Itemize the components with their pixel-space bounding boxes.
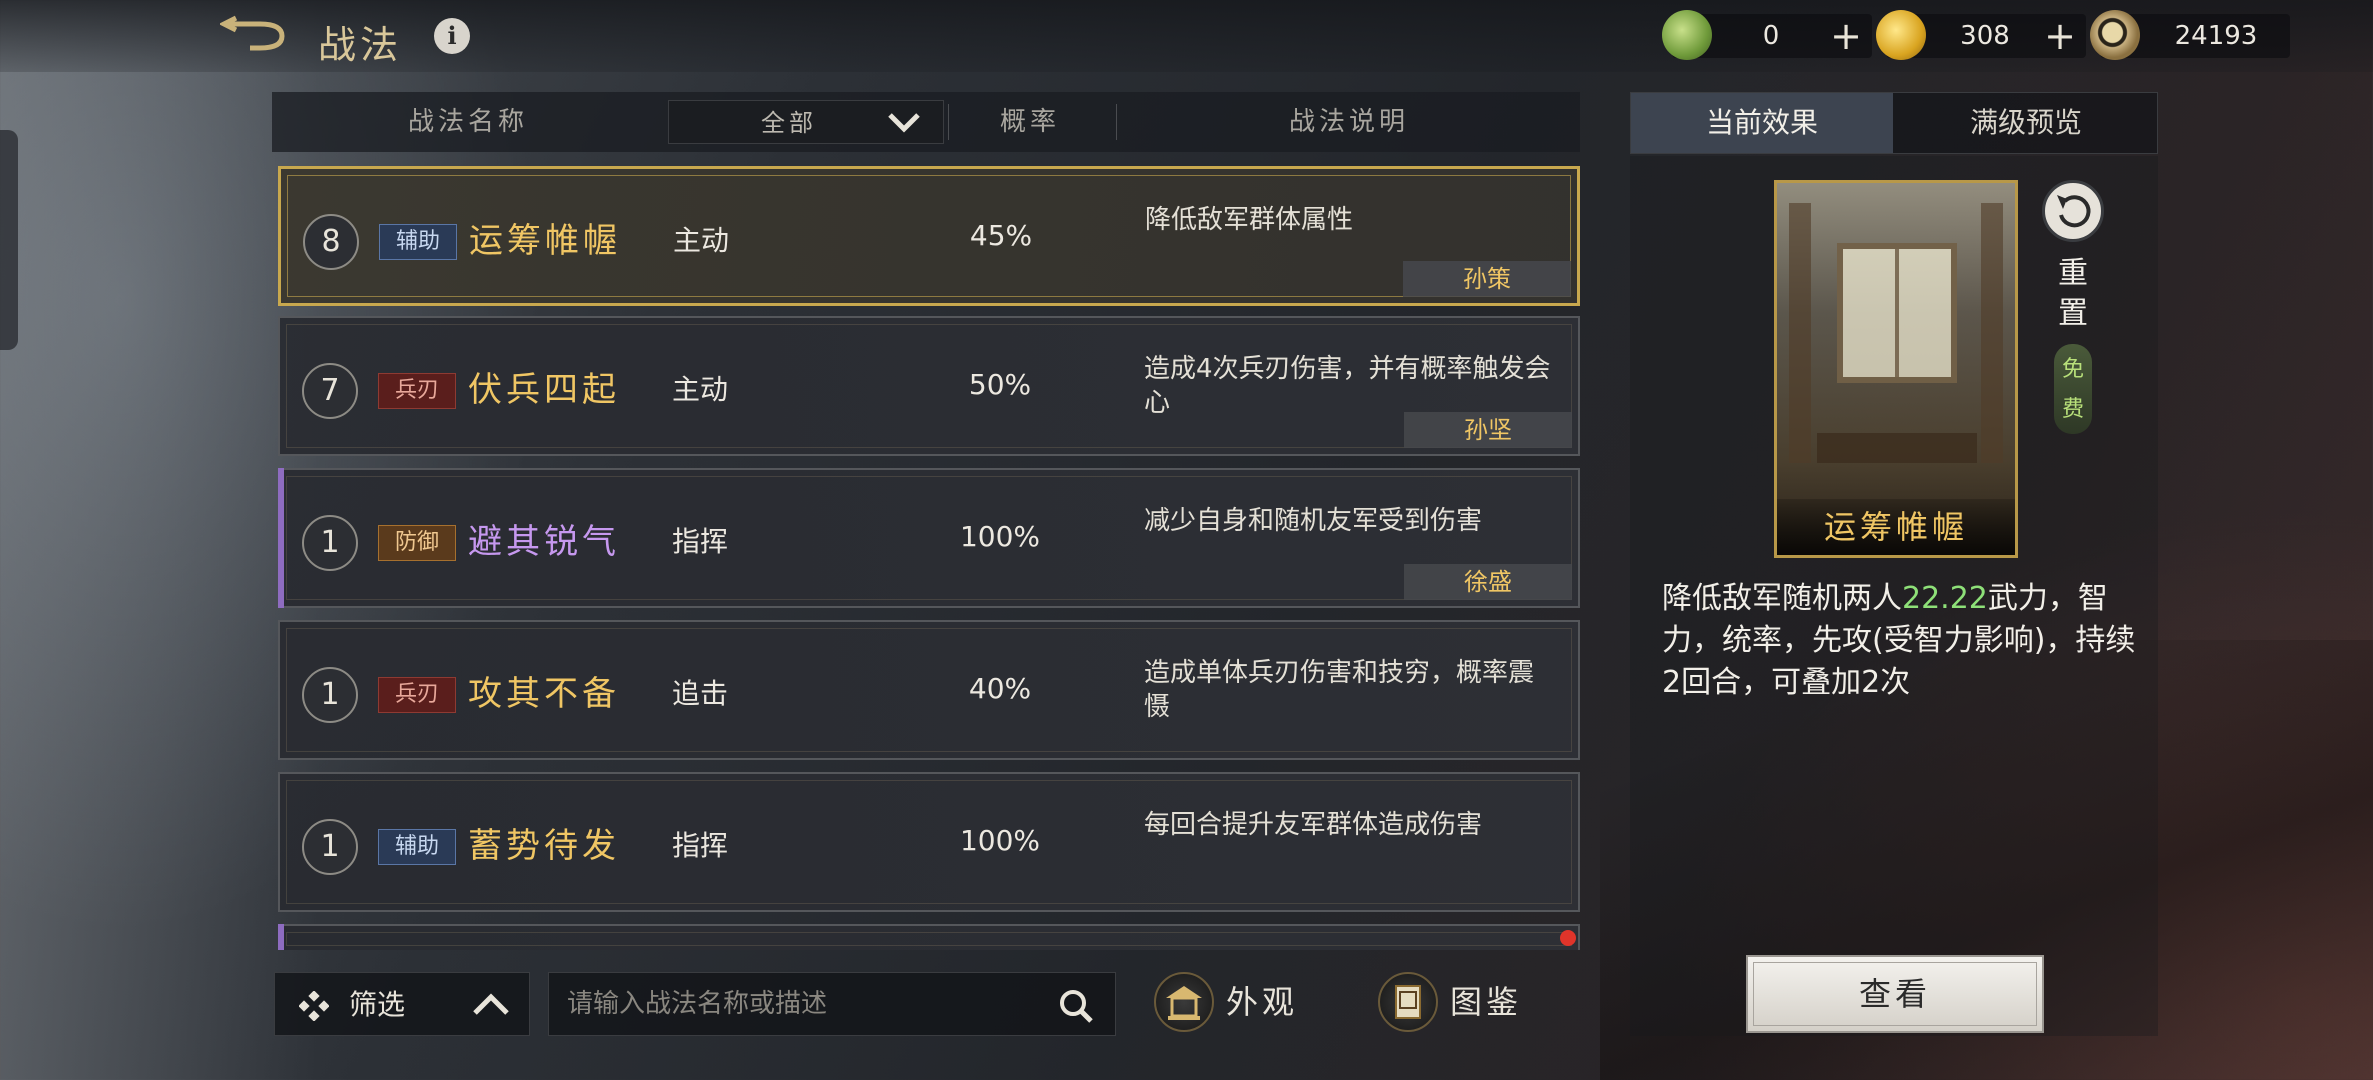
effect-tabs: 当前效果 满级预览 — [1630, 92, 2158, 154]
effect-value: 22.22 — [1902, 581, 1988, 616]
level-badge: 1 — [302, 667, 358, 723]
tactic-description: 造成单体兵刃伤害和技穷，概率震慑 — [1144, 658, 1535, 722]
column-name: 战法名称 — [407, 107, 528, 137]
chevron-up-icon — [473, 993, 509, 1015]
hero-name: 孙策 — [1403, 261, 1571, 297]
tactic-rate: 100% — [959, 824, 1041, 857]
resource-jade: 0 + — [1662, 10, 1872, 60]
effect-description: 降低敌军随机两人22.22武力，智力，统率，先攻(受智力影响)，持续2回合，可叠… — [1662, 578, 2142, 704]
add-gold-button[interactable]: + — [2040, 14, 2080, 58]
tactic-description: 造成4次兵刃伤害，并有概率触发会心 — [1144, 354, 1551, 418]
tactic-rate: 45% — [969, 219, 1033, 252]
reset-button[interactable] — [2042, 180, 2104, 242]
tactic-description: 减少自身和随机友军受到伤害 — [1144, 506, 1483, 536]
column-rate: 概率 — [999, 107, 1060, 137]
search-input[interactable] — [567, 973, 1027, 1035]
category-tag: 兵刃 — [378, 677, 456, 713]
category-tag: 辅助 — [378, 829, 456, 865]
resource-copper: 24193 — [2090, 10, 2290, 60]
appearance-label: 外观 — [1226, 983, 1299, 1021]
pavilion-icon — [1154, 972, 1214, 1032]
tactic-description: 降低敌军群体属性 — [1145, 205, 1354, 235]
gold-coin-icon — [1876, 10, 1926, 60]
tactic-type: 追击 — [671, 677, 728, 710]
tactic-list[interactable]: 8 辅助 运筹帷幄 主动 45% 降低敌军群体属性 孙策 7 兵刃 伏兵四起 主… — [272, 164, 1580, 950]
refresh-icon — [2057, 195, 2091, 228]
rarity-edge — [278, 468, 284, 608]
chevron-down-icon — [888, 113, 920, 133]
add-jade-button[interactable]: + — [1826, 14, 1866, 58]
tactic-row[interactable]: 8 辅助 运筹帷幄 主动 45% 降低敌军群体属性 孙策 — [278, 166, 1580, 306]
category-tag: 辅助 — [379, 224, 457, 260]
resource-gold: 308 + — [1876, 10, 2086, 60]
tab-max-level-preview[interactable]: 满级预览 — [1895, 93, 2157, 153]
tactic-rate: 100% — [959, 520, 1041, 553]
tactic-card[interactable]: 运筹帷幄 — [1774, 180, 2018, 558]
view-button-label: 查看 — [1858, 975, 1931, 1013]
tactic-row[interactable]: 7 兵刃 伏兵四起 主动 50% 造成4次兵刃伤害，并有概率触发会心 孙坚 — [278, 316, 1580, 456]
tactic-rate: 40% — [968, 672, 1032, 705]
reset-label: 重置 — [2058, 256, 2088, 331]
type-filter-dropdown[interactable]: 全部 — [668, 100, 944, 144]
view-button[interactable]: 查看 — [1746, 955, 2044, 1033]
table-header: 战法名称 全部 概率 战法说明 — [272, 92, 1580, 152]
tactic-type: 指挥 — [671, 829, 728, 862]
filter-diamond-icon — [299, 991, 329, 1021]
tactic-rate: 50% — [968, 368, 1032, 401]
side-drawer-tab[interactable] — [0, 130, 18, 350]
category-tag: 防御 — [378, 525, 456, 561]
tactic-type: 主动 — [672, 224, 729, 257]
back-arrow-icon[interactable] — [218, 14, 300, 58]
hero-name: 徐盛 — [1404, 564, 1572, 600]
tactic-description: 每回合提升友军群体造成伤害 — [1144, 810, 1483, 840]
hero-name: 孙坚 — [1404, 412, 1572, 448]
tactic-row[interactable] — [278, 924, 1580, 950]
effect-text-pre: 降低敌军随机两人 — [1662, 581, 1902, 616]
copper-coin-icon — [2090, 10, 2140, 60]
column-description: 战法说明 — [1288, 107, 1409, 137]
rarity-edge — [278, 924, 284, 950]
tactic-type: 指挥 — [671, 525, 728, 558]
jade-value: 0 — [1762, 21, 1780, 51]
notification-dot — [1560, 930, 1576, 946]
level-badge: 7 — [302, 363, 358, 419]
appearance-button[interactable]: 外观 — [1154, 966, 1314, 1042]
search-icon[interactable] — [1057, 987, 1095, 1025]
category-tag: 兵刃 — [378, 373, 456, 409]
gold-value: 308 — [1960, 21, 2010, 51]
codex-label: 图鉴 — [1450, 983, 1523, 1021]
copper-value: 24193 — [2174, 21, 2258, 51]
codex-book-icon — [1378, 972, 1438, 1032]
info-icon[interactable]: i — [434, 18, 470, 54]
free-badge: 免费 — [2054, 344, 2092, 434]
codex-button[interactable]: 图鉴 — [1378, 966, 1538, 1042]
card-tactic-name: 运筹帷幄 — [1777, 499, 2015, 555]
tab-current-effect[interactable]: 当前效果 — [1631, 93, 1893, 153]
tactic-row[interactable]: 1 防御 避其锐气 指挥 100% 减少自身和随机友军受到伤害 徐盛 — [278, 468, 1580, 608]
tactic-row[interactable]: 1 辅助 蓄势待发 指挥 100% 每回合提升友军群体造成伤害 — [278, 772, 1580, 912]
jade-coin-icon — [1662, 10, 1712, 60]
tactic-type: 主动 — [671, 373, 728, 406]
page-title: 战法 — [318, 23, 403, 67]
top-bar: 战法 i 0 + 308 + 24193 — [0, 0, 2373, 72]
level-badge: 1 — [302, 819, 358, 875]
level-badge: 1 — [302, 515, 358, 571]
type-filter-value: 全部 — [761, 109, 817, 137]
tactic-row[interactable]: 1 兵刃 攻其不备 追击 40% 造成单体兵刃伤害和技穷，概率震慑 — [278, 620, 1580, 760]
search-box — [548, 972, 1116, 1036]
level-badge: 8 — [303, 214, 359, 270]
filter-button[interactable]: 筛选 — [274, 972, 530, 1036]
filter-label: 筛选 — [349, 988, 406, 1021]
